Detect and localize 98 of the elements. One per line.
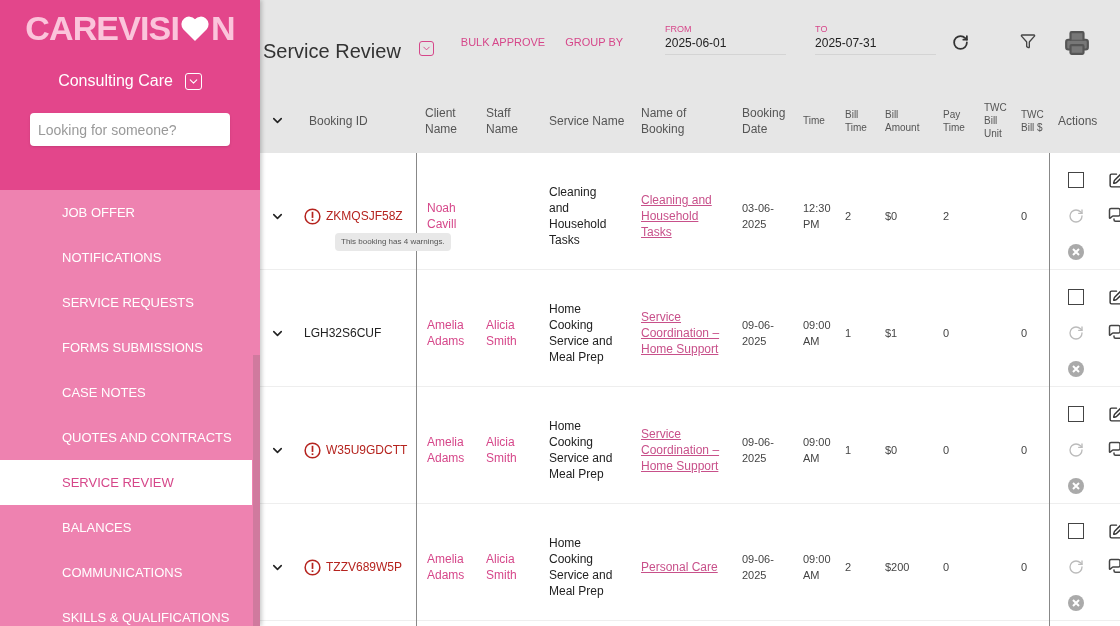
column-header: Booking ID (309, 112, 368, 129)
client-name[interactable]: Amelia Adams (427, 434, 478, 466)
column-header: Pay Time (943, 107, 966, 134)
table-cell-text: $0 (885, 208, 898, 224)
staff-name[interactable]: Alicia Smith (486, 434, 541, 466)
column-header: Booking Date (742, 104, 787, 137)
organization-dropdown[interactable] (184, 72, 202, 90)
scrollbar[interactable] (253, 355, 260, 626)
title-dropdown[interactable] (418, 41, 434, 56)
booking-name-link[interactable]: Cleaning and Household Tasks (641, 192, 732, 240)
table-cell-text: 0 (943, 325, 950, 341)
table-cell-text: $200 (885, 559, 910, 575)
column-header: Staff Name (486, 104, 519, 137)
edit-icon[interactable] (1108, 405, 1120, 423)
table-cell-text: Cleaning and Household Tasks (549, 184, 608, 248)
logo-text: CAREVISI (25, 11, 180, 45)
print-icon[interactable] (1064, 30, 1091, 56)
date-field[interactable]: FROM 2025-06-01 (665, 25, 787, 55)
table-cell-text: 03-06-2025 (742, 201, 775, 232)
client-name[interactable]: Amelia Adams (427, 317, 478, 349)
table-cell-text: $1 (885, 325, 898, 341)
column-header: Bill Amount (885, 107, 921, 134)
booking-id: TZZV689W5P (326, 559, 403, 576)
approve-checkbox[interactable] (1068, 172, 1084, 188)
sidebar-item[interactable]: NOTIFICATIONS (0, 235, 252, 280)
table-cell-text: 09:00 AM (803, 318, 832, 349)
date-field[interactable]: TO 2025-07-31 (815, 25, 937, 55)
column-header: TWC Bill Unit (984, 101, 1008, 140)
filter-icon[interactable] (1020, 33, 1037, 49)
table-cell-text: 12:30 PM (803, 201, 832, 232)
table-cell-text: 09-06-2025 (742, 318, 775, 349)
table-cell-text: $0 (885, 442, 898, 458)
column-header: Time (803, 114, 825, 127)
column-header: Name of Booking (641, 104, 688, 137)
booking-id: LGH32S6CUF (304, 325, 382, 342)
sidebar-item[interactable]: CASE NOTES (0, 370, 252, 415)
sidebar-item[interactable]: COMMUNICATIONS (0, 550, 252, 595)
warning-icon (304, 558, 321, 576)
search-field[interactable]: Looking for someone? (30, 113, 230, 146)
sidebar-item[interactable]: BALANCES (0, 505, 252, 550)
table-cell-text: 2 (845, 559, 852, 575)
warning-icon (304, 207, 321, 225)
field-value: 2025-06-01 (665, 36, 728, 51)
table-cell-text: 2 (943, 208, 950, 224)
edit-icon[interactable] (1108, 288, 1120, 306)
table-cell-text: Home Cooking Service and Meal Prep (549, 418, 614, 482)
table-cell-text: 0 (943, 442, 950, 458)
field-label: FROM (665, 25, 693, 34)
client-name[interactable]: Amelia Adams (427, 551, 478, 583)
approve-checkbox[interactable] (1068, 523, 1084, 539)
booking-name-link[interactable]: Personal Care (641, 559, 718, 575)
edit-icon[interactable] (1108, 522, 1120, 540)
column-header: Bill Time (845, 107, 868, 134)
table-cell-text: 0 (1021, 325, 1028, 341)
toolbar-action[interactable]: GROUP BY (565, 34, 624, 51)
tooltip: This booking has 4 warnings. (335, 233, 451, 251)
table-cell-text: 09:00 AM (803, 435, 832, 466)
table-cell-text: 09:00 AM (803, 552, 832, 583)
table-cell-text: 1 (845, 442, 852, 458)
organization-name: Consulting Care (58, 71, 173, 91)
booking-id: ZKMQSJF58Z (326, 208, 403, 225)
page-title: Service Review (263, 39, 401, 64)
sidebar-item[interactable]: SERVICE REQUESTS (0, 280, 252, 325)
sidebar-item[interactable]: FORMS SUBMISSIONS (0, 325, 252, 370)
edit-icon[interactable] (1108, 171, 1120, 189)
table-cell-text: 09-06-2025 (742, 435, 775, 466)
column-header: Service Name (549, 112, 625, 129)
logo-text: N (211, 11, 235, 45)
staff-name[interactable]: Alicia Smith (486, 317, 541, 349)
field-label: TO (815, 25, 829, 34)
table-cell-text: Home Cooking Service and Meal Prep (549, 535, 614, 599)
heart-icon (180, 15, 211, 41)
sidebar-item[interactable]: QUOTES AND CONTRACTS (0, 415, 252, 460)
table-cell-text: 0 (1021, 442, 1028, 458)
booking-name-link[interactable]: Service Coordination – Home Support (641, 309, 732, 357)
booking-id: W35U9GDCTT (326, 442, 408, 459)
table-cell-text: 09-06-2025 (742, 552, 775, 583)
warning-icon (304, 441, 321, 459)
table-cell-text: 1 (845, 325, 852, 341)
table-cell-text: Home Cooking Service and Meal Prep (549, 301, 614, 365)
sidebar-item[interactable]: JOB OFFER (0, 190, 252, 235)
client-name[interactable]: Noah Cavill (427, 200, 478, 232)
sidebar-item[interactable]: SKILLS & QUALIFICATIONS (0, 595, 252, 626)
sidebar-item[interactable]: SERVICE REVIEW (0, 460, 252, 505)
table-cell-text: 0 (943, 559, 950, 575)
toolbar-action[interactable]: BULK APPROVE (460, 34, 546, 51)
column-header: Actions (1058, 112, 1098, 129)
column-header: TWC Bill $ (1021, 107, 1045, 134)
table-cell-text: 0 (1021, 559, 1028, 575)
staff-name[interactable]: Alicia Smith (486, 551, 541, 583)
table-cell-text: 0 (1021, 208, 1028, 224)
booking-name-link[interactable]: Service Coordination – Home Support (641, 426, 732, 474)
approve-checkbox[interactable] (1068, 289, 1084, 305)
table-cell-text: 2 (845, 208, 852, 224)
column-header: Client Name (425, 104, 458, 137)
refresh-icon[interactable] (952, 34, 970, 51)
approve-checkbox[interactable] (1068, 406, 1084, 422)
field-value: 2025-07-31 (815, 36, 878, 51)
